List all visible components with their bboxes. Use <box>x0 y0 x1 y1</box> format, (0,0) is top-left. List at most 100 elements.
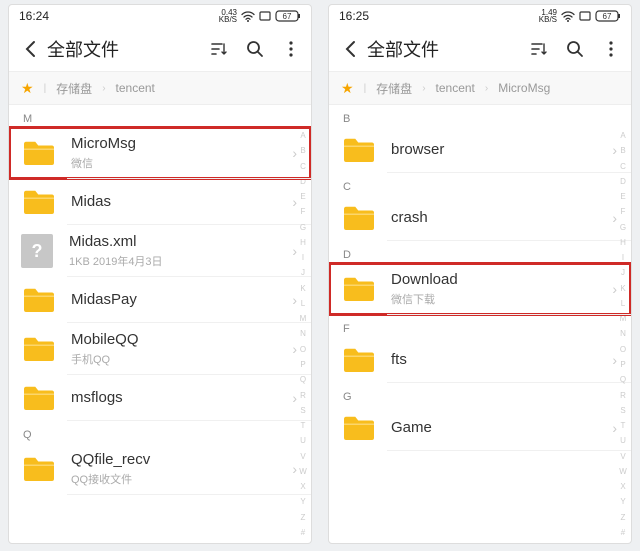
alpha-letter[interactable]: Y <box>617 497 629 506</box>
item-title: MicroMsg <box>71 135 290 153</box>
list-item[interactable]: MobileQQ 手机QQ› <box>9 323 311 375</box>
folder-icon <box>341 135 377 165</box>
item-subtitle: 微信 <box>71 155 290 171</box>
folder-icon <box>21 285 57 315</box>
list-item[interactable]: browser› <box>329 127 631 173</box>
folder-icon <box>21 187 57 217</box>
title-bar: 全部文件 <box>329 27 631 71</box>
status-time: 16:25 <box>339 9 369 23</box>
sort-button[interactable] <box>529 39 549 59</box>
list-item[interactable]: MidasPay› <box>9 277 311 323</box>
star-icon: ★ <box>21 80 34 97</box>
chevron-right-icon: › <box>610 210 619 226</box>
chevron-right-icon: › <box>610 420 619 436</box>
wifi-icon <box>241 11 255 22</box>
item-title: Game <box>391 419 610 437</box>
battery-icon: 67 <box>595 10 621 22</box>
section-label: F <box>329 315 631 337</box>
file-icon: ? <box>21 234 53 268</box>
item-subtitle: 手机QQ <box>71 351 290 367</box>
folder-icon <box>341 274 377 304</box>
chevron-right-icon: › <box>422 83 425 94</box>
section-label: D <box>329 241 631 263</box>
chevron-right-icon: › <box>485 83 488 94</box>
list-item[interactable]: ? Midas.xml 1KB 2019年4月3日› <box>9 225 311 277</box>
alpha-letter[interactable]: X <box>617 482 629 491</box>
item-title: msflogs <box>71 389 290 407</box>
chevron-right-icon: › <box>610 142 619 158</box>
chevron-right-icon: › <box>290 194 299 210</box>
chevron-right-icon: › <box>610 281 619 297</box>
alpha-letter[interactable]: W <box>617 467 629 476</box>
chevron-right-icon: › <box>290 243 299 259</box>
breadcrumb-item[interactable]: tencent <box>436 81 475 95</box>
folder-icon <box>21 383 57 413</box>
item-title: QQfile_recv <box>71 451 290 469</box>
phone-screen: 16:251.49KB/S67全部文件★|存储盘›tencent›MicroMs… <box>328 4 632 544</box>
breadcrumb-item[interactable]: MicroMsg <box>498 81 550 95</box>
breadcrumb[interactable]: ★|存储盘›tencent›MicroMsg <box>329 71 631 105</box>
list-item[interactable]: QQfile_recvQQ接收文件› <box>9 443 311 495</box>
list-item[interactable]: MicroMsg 微信› <box>9 127 311 179</box>
status-bar: 16:240.43KB/S67 <box>9 5 311 27</box>
list-item[interactable]: Download微信下载› <box>329 263 631 315</box>
folder-icon <box>21 334 57 364</box>
folder-icon <box>21 454 57 484</box>
back-button[interactable] <box>17 40 45 58</box>
folder-icon <box>21 138 57 168</box>
alpha-letter[interactable]: # <box>617 528 629 537</box>
breadcrumb[interactable]: ★|存储盘›tencent <box>9 71 311 105</box>
status-bar: 16:25 1.49KB/S 67 <box>329 5 631 27</box>
wifi-icon <box>561 11 575 22</box>
svg-text:67: 67 <box>603 12 612 21</box>
alpha-letter[interactable]: V <box>617 452 629 461</box>
svg-text:67: 67 <box>283 12 292 21</box>
list-item[interactable]: msflogs› <box>9 375 311 421</box>
chevron-right-icon: › <box>290 461 299 477</box>
folder-icon <box>341 345 377 375</box>
alpha-letter[interactable]: Y <box>297 497 309 506</box>
list-item[interactable]: Game› <box>329 405 631 451</box>
back-button[interactable] <box>337 40 365 58</box>
section-label: M <box>9 105 311 127</box>
list-item[interactable]: crash› <box>329 195 631 241</box>
chevron-right-icon: › <box>290 145 299 161</box>
search-button[interactable] <box>565 39 585 59</box>
item-subtitle: 1KB 2019年4月3日 <box>69 253 290 269</box>
chevron-right-icon: › <box>610 352 619 368</box>
chevron-right-icon: › <box>290 292 299 308</box>
chevron-right-icon: › <box>290 341 299 357</box>
alpha-letter[interactable]: # <box>297 528 309 537</box>
item-title: MidasPay <box>71 291 290 309</box>
page-title: 全部文件 <box>45 36 209 62</box>
folder-icon <box>341 413 377 443</box>
screen-icon <box>579 11 591 21</box>
title-bar: 全部文件 <box>9 27 311 71</box>
sort-button[interactable] <box>209 39 229 59</box>
more-button[interactable] <box>281 39 301 59</box>
item-title: Midas.xml <box>69 233 290 251</box>
item-title: browser <box>391 141 610 159</box>
item-title: Download <box>391 271 610 289</box>
search-button[interactable] <box>245 39 265 59</box>
item-title: fts <box>391 351 610 369</box>
alpha-letter[interactable]: Z <box>617 513 629 522</box>
breadcrumb-item[interactable]: tencent <box>116 81 155 95</box>
file-list[interactable]: Bbrowser›Ccrash›DDownload微信下载›Ffts›GGame… <box>329 105 631 543</box>
battery-icon: 67 <box>275 10 301 22</box>
list-item[interactable]: Midas› <box>9 179 311 225</box>
status-net: 1.49KB/S <box>539 9 557 23</box>
screen-icon <box>259 11 271 21</box>
status-net: 0.43KB/S <box>219 9 237 23</box>
phone-screen: 16:240.43KB/S67全部文件★|存储盘›tencentMMicroMs… <box>8 4 312 544</box>
alpha-letter[interactable]: Z <box>297 513 309 522</box>
page-title: 全部文件 <box>365 36 529 62</box>
more-button[interactable] <box>601 39 621 59</box>
file-list[interactable]: MMicroMsg微信›Midas›?Midas.xml1KB 2019年4月3… <box>9 105 311 543</box>
folder-icon <box>341 203 377 233</box>
list-item[interactable]: fts› <box>329 337 631 383</box>
breadcrumb-item[interactable]: 存储盘 <box>56 80 92 97</box>
breadcrumb-item[interactable]: 存储盘 <box>376 80 412 97</box>
item-title: Midas <box>71 193 290 211</box>
item-title: MobileQQ <box>71 331 290 349</box>
